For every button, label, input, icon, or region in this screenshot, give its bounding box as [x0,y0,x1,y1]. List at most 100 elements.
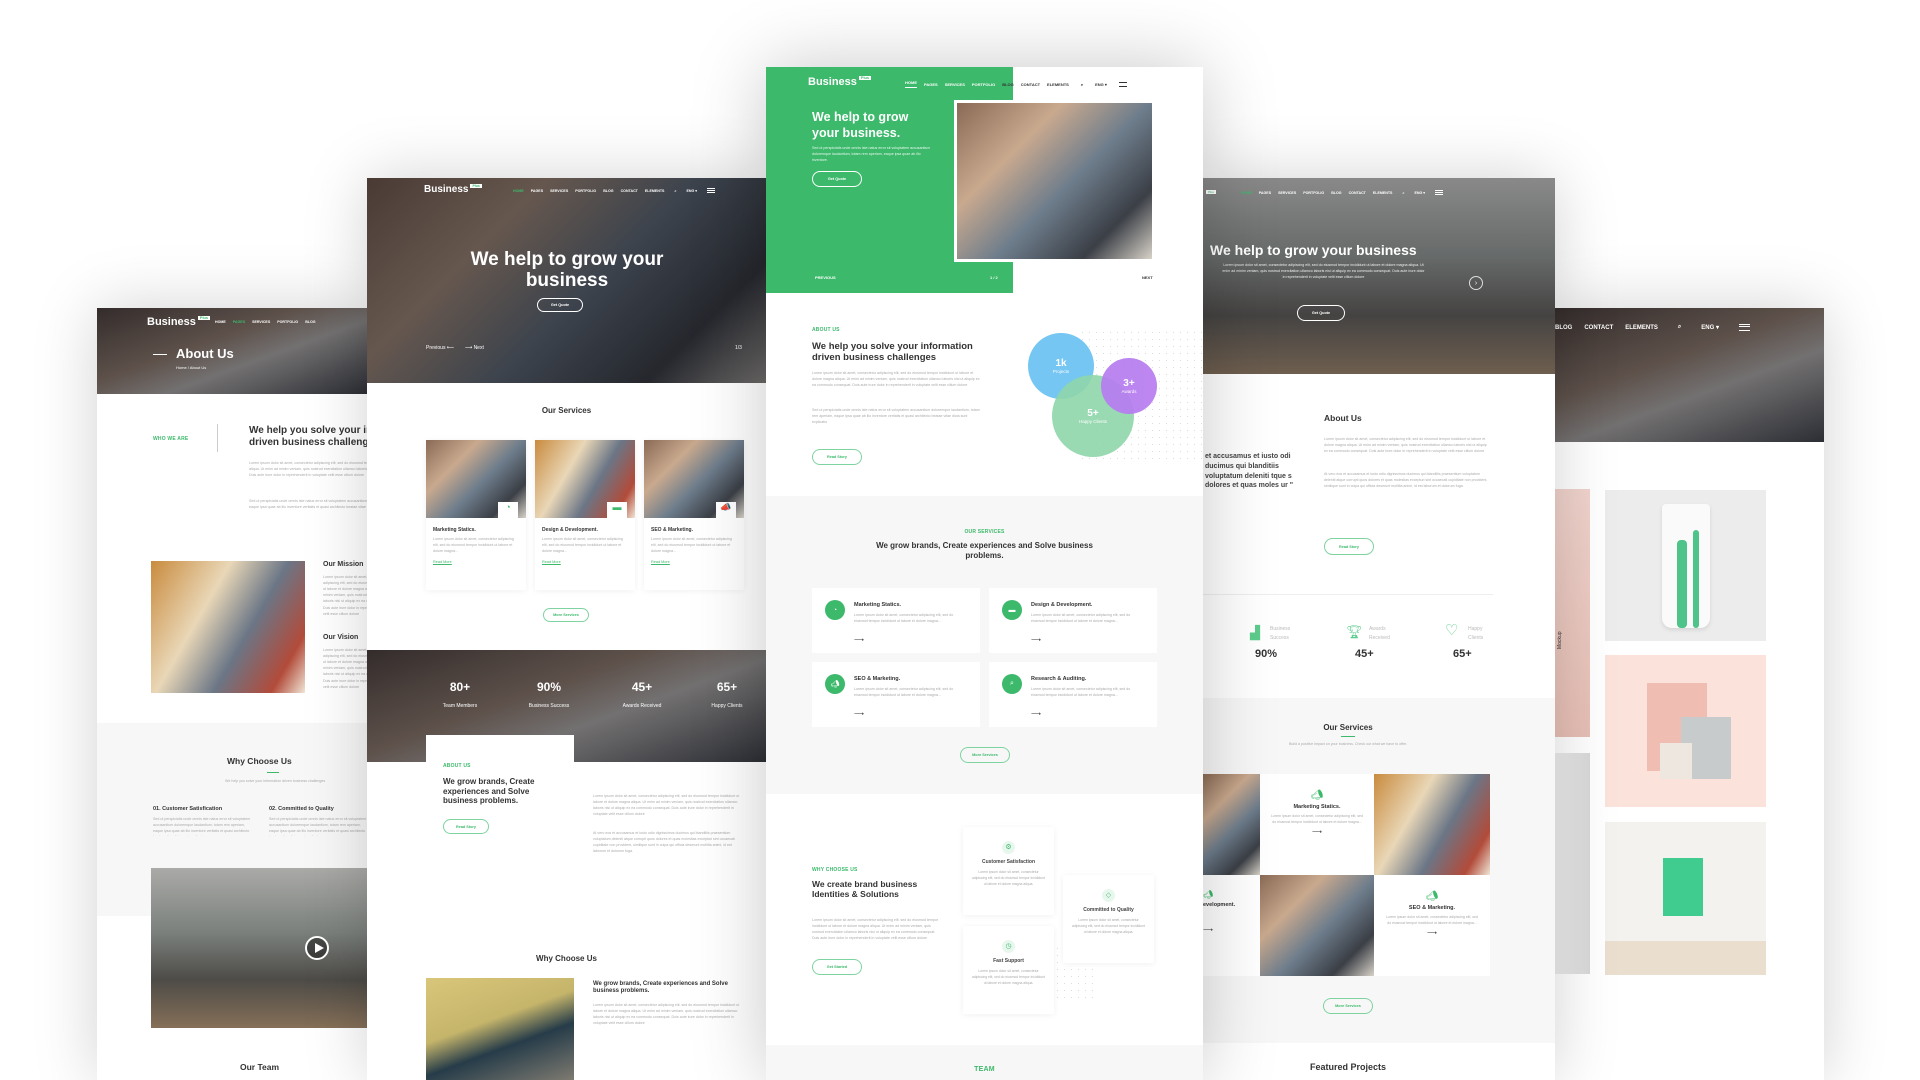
nav-blog[interactable]: BLOG [1331,191,1341,195]
nav-portfolio[interactable]: PORTFOLIO [1303,191,1324,195]
service-text: Lorem ipsum dolor sit amet, consectetur … [1031,613,1131,624]
service-cell[interactable]: 📣︎ Marketing Statics. Lorem ipsum dolor … [1260,774,1374,875]
video-thumbnail[interactable] [151,868,367,1028]
nav-services[interactable]: SERVICES [945,82,965,87]
why-subtitle: We help you solve your information drive… [225,779,326,783]
read-story-button[interactable]: Read Story [443,819,489,834]
search-icon[interactable]: ⌕ [674,189,676,193]
nav-pages[interactable]: PAGES [1259,191,1271,195]
service-card-design[interactable]: ▬ Design & Development. Lorem ipsum dolo… [989,588,1157,653]
service-card[interactable]: ▬ Design & Development. Lorem ipsum dolo… [535,440,635,590]
service-card[interactable]: ◔ Marketing Statics. Lorem ipsum dolor s… [426,440,526,590]
more-services-button[interactable]: More Services [543,608,589,622]
search-icon[interactable]: ⌕ [1402,191,1404,195]
read-story-button[interactable]: Read Story [812,449,862,465]
search-icon[interactable]: ⌕ [1081,82,1083,87]
arrow-icon[interactable]: ⟶ [854,710,864,718]
hamburger-icon[interactable] [1738,324,1750,331]
more-services-button[interactable]: More Services [1323,998,1373,1014]
search-icon[interactable]: ⌕ [1678,324,1681,331]
portfolio-tile-cup[interactable] [1605,490,1766,641]
service-cell[interactable]: 📣︎ SEO & Marketing. Lorem ipsum dolor si… [1374,875,1490,976]
arrow-icon[interactable]: ⟶ [1203,926,1260,934]
arrow-icon[interactable]: ⟶ [1031,636,1041,644]
nav-pages[interactable]: PAGES [924,82,938,87]
nav-contact[interactable]: CONTACT [1349,191,1366,195]
feature-text: Lorem ipsum dolor sit amet, consectetur … [972,969,1045,985]
get-started-button[interactable]: Get Started [812,959,862,975]
nav-services[interactable]: SERVICES [1278,191,1296,195]
home-dark-hero-preview: Business Plus HOME PAGES SERVICES PORTFOL… [367,178,766,1080]
brand-logo[interactable]: Business Plus [147,316,211,328]
about-paragraph-2: At vero eos et accusamus et iusto odio d… [593,831,735,854]
breadcrumb[interactable]: Home / About Us [176,365,206,370]
nav-home[interactable]: HOME [215,320,226,324]
nav-blog[interactable]: BLOG [603,189,613,193]
nav-home[interactable]: HOME [905,80,917,88]
arrow-icon[interactable]: ⟶ [1374,929,1490,937]
nav-elements[interactable]: ELEMENTS [645,189,665,193]
nav-services[interactable]: SERVICES [550,189,568,193]
nav-elements[interactable]: ELEMENTS [1373,191,1393,195]
nav-portfolio[interactable]: PORTFOLIO [972,82,995,87]
next-button[interactable]: NEXT [1142,275,1153,280]
language-selector[interactable]: ENG ▾ [1414,191,1425,195]
previous-button[interactable]: PREVIOUS [815,275,836,280]
feature-text: Lorem ipsum dolor sit amet, consectetur … [972,870,1045,886]
portfolio-tile-pink-partial[interactable]: Mockup [1555,489,1590,737]
read-more-link[interactable]: Read More [433,560,452,564]
stat-value: 65+ [1453,648,1472,660]
arrow-icon[interactable]: ⟶ [854,636,864,644]
play-icon[interactable] [305,936,329,960]
nav-blog[interactable]: BLOG [1555,325,1572,331]
portfolio-tile-poster[interactable] [1605,822,1766,975]
trophy-icon: 🏆︎ [1346,624,1363,639]
nav-contact[interactable]: CONTACT [621,189,638,193]
nav-contact[interactable]: CONTACT [1021,82,1040,87]
brand-logo[interactable]: Business Plus [808,76,872,88]
read-more-link[interactable]: Read More [651,560,670,564]
nav-portfolio[interactable]: PORTFOLIO [575,189,596,193]
service-cell[interactable]: 📣︎ evelopment. ⟶ [1203,875,1260,976]
language-selector[interactable]: ENG ▾ [1095,82,1107,87]
language-selector[interactable]: ENG ▾ [1701,324,1719,331]
nav-pages[interactable]: PAGES [531,189,543,193]
nav-pages[interactable]: PAGES [233,320,245,324]
service-card-research[interactable]: ⌕ Research & Auditing. Lorem ipsum dolor… [989,662,1157,727]
next-button[interactable]: ⟶ Next [465,345,484,351]
hamburger-icon[interactable] [707,188,716,193]
brand-logo[interactable]: Business Plus [424,184,482,195]
nav-portfolio[interactable]: PORTFOLIO [277,320,298,324]
service-card-seo[interactable]: 📣︎ SEO & Marketing. Lorem ipsum dolor si… [812,662,980,727]
feature-1-text: Sed ut perspiciatis unde omnis iste natu… [153,817,251,836]
portfolio-tile-bag[interactable] [1605,655,1766,807]
nav-elements[interactable]: ELEMENTS [1047,82,1069,87]
nav-home[interactable]: HOME [1241,191,1252,195]
arrow-icon[interactable]: ⟶ [1031,710,1041,718]
next-slide-button[interactable]: › [1469,276,1483,290]
diamond-icon: ◇ [1102,889,1115,902]
get-quote-button[interactable]: Get Quote [1297,305,1345,321]
get-quote-button[interactable]: Get Quote [537,298,583,312]
portfolio-tile-grey-partial[interactable] [1555,753,1590,974]
nav-elements[interactable]: ELEMENTS [1625,325,1658,331]
about-paragraph: Lorem ipsum dolor sit amet, consectetur … [249,461,367,478]
nav-services[interactable]: SERVICES [252,320,270,324]
more-services-button[interactable]: More Services [960,747,1010,763]
arrow-icon[interactable]: ⟶ [1260,828,1374,836]
nav-home[interactable]: HOME [513,189,524,193]
get-quote-button[interactable]: Get Quote [812,171,862,187]
language-selector[interactable]: ENG ▾ [686,189,697,193]
service-card[interactable]: 📣 SEO & Marketing. Lorem ipsum dolor sit… [644,440,744,590]
nav-contact[interactable]: CONTACT [1584,325,1613,331]
nav-blog[interactable]: BLOG [305,320,315,324]
read-more-link[interactable]: Read More [542,560,561,564]
previous-button[interactable]: Previous ⟵ [426,345,454,351]
service-photo [1260,875,1374,976]
hamburger-icon[interactable] [1435,190,1444,195]
service-card-marketing[interactable]: ◔ Marketing Statics. Lorem ipsum dolor s… [812,588,980,653]
hamburger-icon[interactable] [1118,81,1127,87]
main-nav: HOME PAGES SERVICES PORTFOLIO BLOG CONTA… [1241,190,1450,195]
read-story-button[interactable]: Read Story [1324,538,1374,555]
nav-blog[interactable]: BLOG [1002,82,1014,87]
